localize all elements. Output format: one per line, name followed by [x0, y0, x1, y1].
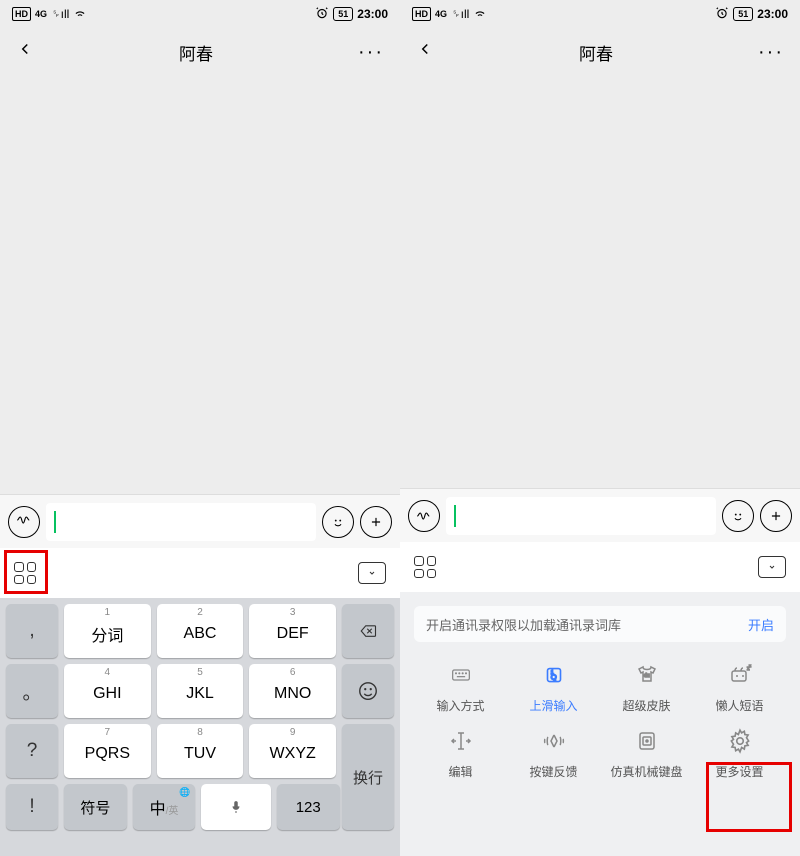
signal-icon: ␠ıll: [51, 7, 69, 22]
panel-edit[interactable]: 编辑: [414, 726, 507, 780]
punct-2[interactable]: ?: [6, 724, 58, 778]
numbers-key[interactable]: 123: [277, 784, 340, 830]
key-4[interactable]: 4GHI: [64, 664, 151, 718]
more-button[interactable]: ···: [358, 41, 384, 64]
apps-icon[interactable]: [14, 562, 36, 584]
backspace-key[interactable]: [342, 604, 394, 658]
wifi-icon: [473, 6, 487, 23]
key-9[interactable]: 9WXYZ: [249, 724, 336, 778]
status-time: 23:00: [757, 7, 788, 21]
collapse-keyboard-button[interactable]: [758, 556, 786, 578]
key-2[interactable]: 2ABC: [157, 604, 244, 658]
alarm-icon: [315, 6, 329, 23]
message-input[interactable]: [446, 497, 716, 535]
voice-icon: [15, 511, 33, 532]
input-bar: [400, 488, 800, 542]
key-6[interactable]: 6MNO: [249, 664, 336, 718]
emoji-button[interactable]: [322, 506, 354, 538]
punct-3[interactable]: !: [6, 784, 58, 830]
battery-icon: 51: [733, 7, 753, 21]
chat-messages[interactable]: [400, 76, 800, 488]
gear-icon: [725, 726, 755, 756]
back-button[interactable]: [16, 38, 34, 66]
hd-badge: HD: [412, 7, 431, 21]
svg-text:du: du: [644, 673, 650, 679]
mic-key[interactable]: [201, 784, 271, 830]
status-bar: HD 4G ␠ıll 51 23:00: [0, 0, 400, 28]
permission-notice[interactable]: 开启通讯录权限以加载通讯录词库 开启: [414, 606, 786, 642]
emoji-button[interactable]: [722, 500, 754, 532]
back-button[interactable]: [416, 38, 434, 66]
status-time: 23:00: [357, 7, 388, 21]
message-input[interactable]: [46, 503, 316, 541]
panel-mech-keyboard[interactable]: 仿真机械键盘: [600, 726, 693, 780]
voice-button[interactable]: [8, 506, 40, 538]
key-1[interactable]: 1分词: [64, 604, 151, 658]
panel-swipe-input[interactable]: 1Q 上滑输入: [507, 660, 600, 714]
battery-icon: 51: [333, 7, 353, 21]
keyboard-settings-panel: 开启通讯录权限以加载通讯录词库 开启 输入方式 1Q 上滑输入: [400, 592, 800, 856]
svg-text:z: z: [749, 663, 751, 668]
phone-left: HD 4G ␠ıll 51 23:00 阿春 ···: [0, 0, 400, 856]
network-4g: 4G: [35, 9, 47, 19]
edit-cursor-icon: [446, 726, 476, 756]
keyboard-icon: [446, 660, 476, 690]
keyboard-toolbar: [0, 548, 400, 598]
panel-feedback[interactable]: 按键反馈: [507, 726, 600, 780]
panel-more-settings[interactable]: 更多设置: [693, 726, 786, 780]
alarm-icon: [715, 6, 729, 23]
collapse-keyboard-button[interactable]: [358, 562, 386, 584]
attach-button[interactable]: [760, 500, 792, 532]
t9-keyboard: , 。?! 1分词2ABC3DEF 4GHI5JKL6MNO 7PQRS8TUV9WXY…: [0, 598, 400, 856]
punct-0[interactable]: ,: [6, 604, 58, 658]
emoji-key[interactable]: [342, 664, 394, 718]
key-8[interactable]: 8TUV: [157, 724, 244, 778]
punct-1[interactable]: 。: [6, 664, 58, 718]
panel-skin[interactable]: du 超级皮肤: [600, 660, 693, 714]
chat-header: 阿春 ···: [400, 28, 800, 76]
key-7[interactable]: 7PQRS: [64, 724, 151, 778]
sleep-icon: zz: [725, 660, 755, 690]
network-4g: 4G: [435, 9, 447, 19]
chat-title: 阿春: [579, 40, 613, 65]
panel-input-method[interactable]: 输入方式: [414, 660, 507, 714]
chat-messages[interactable]: [0, 76, 400, 494]
key-5[interactable]: 5JKL: [157, 664, 244, 718]
symbols-key[interactable]: 符号: [64, 784, 127, 830]
notice-text: 开启通讯录权限以加载通讯录词库: [426, 615, 748, 634]
attach-button[interactable]: [360, 506, 392, 538]
apps-icon[interactable]: [414, 556, 436, 578]
more-button[interactable]: ···: [758, 41, 784, 64]
newline-key[interactable]: 换行: [342, 724, 394, 830]
voice-button[interactable]: [408, 500, 440, 532]
chat-header: 阿春 ···: [0, 28, 400, 76]
svg-text:Q: Q: [550, 672, 556, 681]
hd-badge: HD: [12, 7, 31, 21]
swipe-icon: 1Q: [539, 660, 569, 690]
phone-right: HD 4G ␠ıll 51 23:00 阿春 ···: [400, 0, 800, 856]
status-bar: HD 4G ␠ıll 51 23:00: [400, 0, 800, 28]
tshirt-icon: du: [632, 660, 662, 690]
keyboard-toolbar: [400, 542, 800, 592]
key-3[interactable]: 3DEF: [249, 604, 336, 658]
wifi-icon: [73, 6, 87, 23]
chat-title: 阿春: [179, 40, 213, 65]
vibration-icon: [539, 726, 569, 756]
input-bar: [0, 494, 400, 548]
notice-enable-button[interactable]: 开启: [748, 615, 774, 634]
panel-lazy-phrase[interactable]: zz 懒人短语: [693, 660, 786, 714]
signal-icon: ␠ıll: [451, 7, 469, 22]
keycap-icon: [632, 726, 662, 756]
language-key[interactable]: 🌐中/英: [133, 784, 196, 830]
